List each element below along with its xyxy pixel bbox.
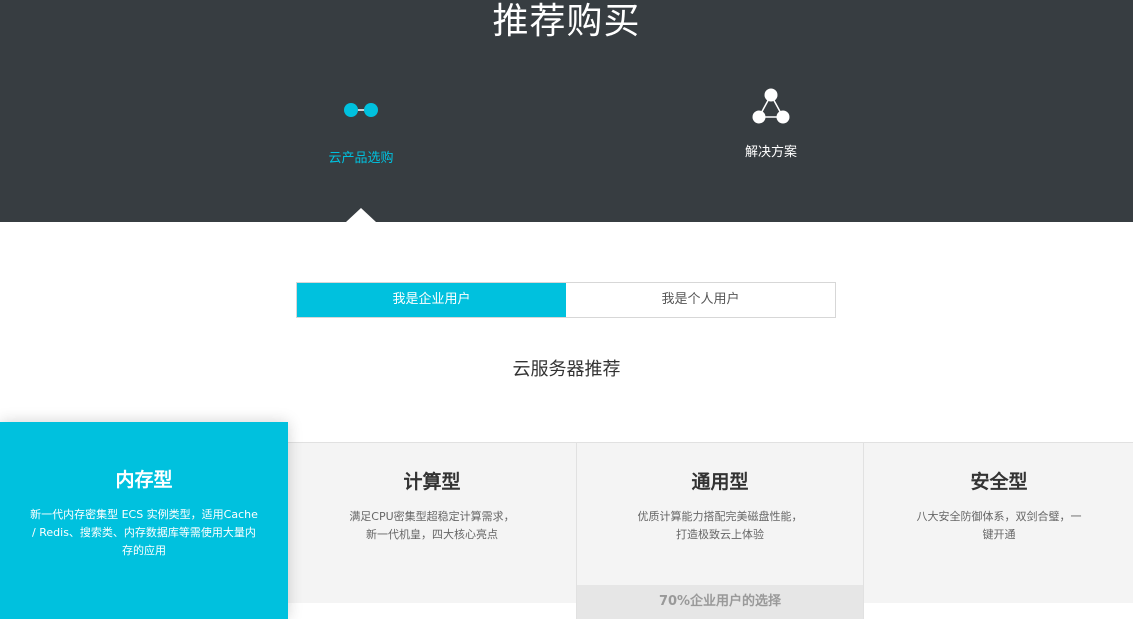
- card-title: 计算型: [403, 471, 461, 493]
- card-title: 通用型: [691, 471, 749, 493]
- connected-nodes-icon: [344, 103, 378, 117]
- tab-enterprise-user[interactable]: 我是企业用户: [297, 283, 566, 317]
- card-title: 安全型: [970, 471, 1028, 493]
- card-memory-optimized[interactable]: 内存型 新一代内存密集型 ECS 实例类型，适用Cache / Redis、搜索…: [0, 422, 288, 619]
- card-description: 优质计算能力搭配完美磁盘性能，打造极致云上体验: [637, 510, 803, 541]
- card-description: 新一代内存密集型 ECS 实例类型，适用Cache / Redis、搜索类、内存…: [30, 508, 258, 557]
- tab-personal-user[interactable]: 我是个人用户: [566, 283, 835, 317]
- card-title: 内存型: [115, 469, 173, 491]
- page-title: 推荐购买: [492, 1, 641, 42]
- nav-tab-cloud-products[interactable]: 云产品选购: [281, 90, 441, 168]
- nav-tab-label: 解决方案: [744, 145, 797, 160]
- triangle-nodes-icon: [752, 88, 790, 124]
- nav-tab-label: 云产品选购: [328, 151, 394, 166]
- nav-tab-solutions[interactable]: 解决方案: [691, 88, 851, 162]
- section-title: 云服务器推荐: [512, 359, 621, 380]
- popularity-badge: 70%企业用户的选择: [577, 585, 863, 619]
- card-description: 满足CPU密集型超稳定计算需求，新一代机皇，四大核心亮点: [349, 510, 515, 541]
- card-general-purpose[interactable]: 通用型 优质计算能力搭配完美磁盘性能，打造极致云上体验 70%企业用户的选择: [576, 442, 864, 619]
- active-tab-pointer: [346, 208, 376, 222]
- card-compute-optimized[interactable]: 计算型 满足CPU密集型超稳定计算需求，新一代机皇，四大核心亮点: [288, 442, 576, 619]
- user-type-toggle: 我是企业用户 我是个人用户: [296, 282, 836, 318]
- card-security-enhanced[interactable]: 安全型 八大安全防御体系，双剑合璧，一键开通: [865, 442, 1133, 619]
- hero-banner: 推荐购买 云产品选购 解决方案: [0, 0, 1133, 222]
- card-description: 八大安全防御体系，双剑合璧，一键开通: [916, 510, 1082, 541]
